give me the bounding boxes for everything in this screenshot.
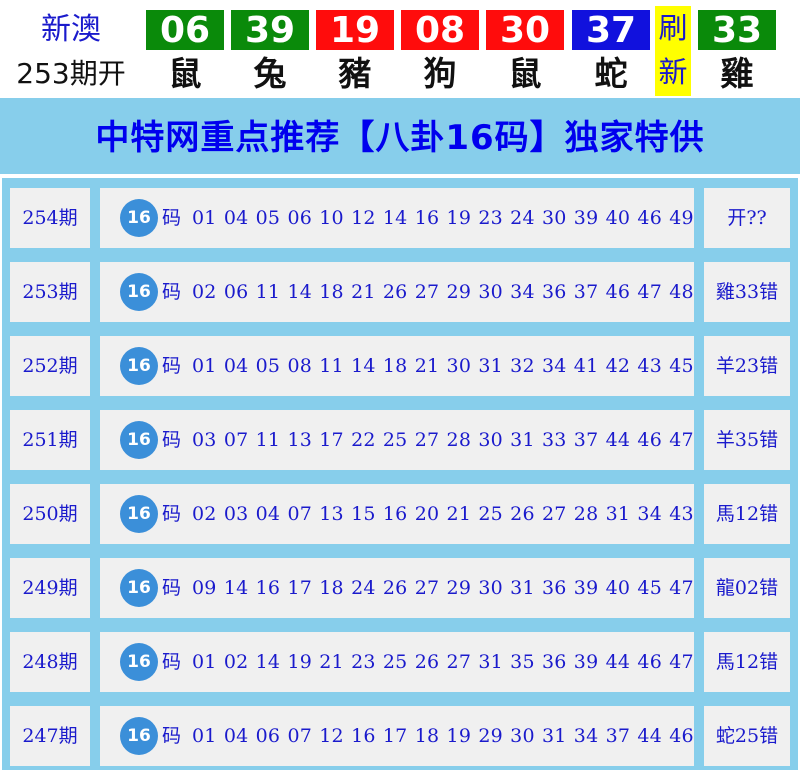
period-cell: 254期 <box>10 188 90 248</box>
ball-zodiac: 豬 <box>316 52 394 94</box>
draw-issue: 253期开 <box>16 57 126 90</box>
recommendation-banner: 中特网重点推荐【八卦16码】独家特供 <box>0 98 800 174</box>
table-row: 247期 16 码 01 04 06 07 12 16 17 18 19 29 … <box>2 696 798 770</box>
picks-cell: 16 码 02 06 11 14 18 21 26 27 29 30 34 36… <box>100 262 694 322</box>
pick-numbers: 02 06 11 14 18 21 26 27 29 30 34 36 37 4… <box>192 281 694 303</box>
count-badge: 16 <box>120 199 158 237</box>
ball-zodiac: 雞 <box>698 52 776 94</box>
result-cell: 羊35错 <box>704 410 790 470</box>
ball-number: 08 <box>401 10 479 51</box>
result-cell: 雞33错 <box>704 262 790 322</box>
picks-cell: 16 码 01 04 05 06 10 12 14 16 19 23 24 30… <box>100 188 694 248</box>
count-unit: 码 <box>162 503 182 525</box>
count-unit: 码 <box>162 355 182 377</box>
ball-zodiac: 兔 <box>231 52 309 94</box>
count-badge: 16 <box>120 569 158 607</box>
ball-zodiac: 鼠 <box>486 52 564 94</box>
result-ball-special: 33 雞 <box>698 10 776 94</box>
pick-numbers: 09 14 16 17 18 24 26 27 29 30 31 36 39 4… <box>192 577 694 599</box>
ball-zodiac: 蛇 <box>572 52 650 94</box>
count-badge: 16 <box>120 643 158 681</box>
pick-numbers: 02 03 04 07 13 15 16 20 21 25 26 27 28 3… <box>192 503 694 525</box>
period-cell: 250期 <box>10 484 90 544</box>
picks-cell: 16 码 02 03 04 07 13 15 16 20 21 25 26 27… <box>100 484 694 544</box>
table-row: 251期 16 码 03 07 11 13 17 22 25 27 28 30 … <box>2 400 798 474</box>
picks-cell: 16 码 09 14 16 17 18 24 26 27 29 30 31 36… <box>100 558 694 618</box>
result-ball-4: 08 狗 <box>401 10 479 94</box>
draw-result-header: 新澳 253期开 06 鼠 39 兔 19 豬 08 狗 30 鼠 37 蛇 刷… <box>0 0 800 98</box>
count-unit: 码 <box>162 207 182 229</box>
count-badge: 16 <box>120 421 158 459</box>
result-cell: 馬12错 <box>704 484 790 544</box>
picks-cell: 16 码 01 02 14 19 21 23 25 26 27 31 35 36… <box>100 632 694 692</box>
table-row: 252期 16 码 01 04 05 08 11 14 18 21 30 31 … <box>2 326 798 400</box>
ball-number: 37 <box>572 10 650 51</box>
picks-cell: 16 码 03 07 11 13 17 22 25 27 28 30 31 33… <box>100 410 694 470</box>
refresh-button[interactable]: 刷新 <box>655 6 691 96</box>
region-name: 新澳 <box>41 12 101 47</box>
result-ball-3: 19 豬 <box>316 10 394 94</box>
pick-numbers: 03 07 11 13 17 22 25 27 28 30 31 33 37 4… <box>192 429 694 451</box>
result-ball-5: 30 鼠 <box>486 10 564 94</box>
picks-cell: 16 码 01 04 05 08 11 14 18 21 30 31 32 34… <box>100 336 694 396</box>
result-cell: 馬12错 <box>704 632 790 692</box>
count-unit: 码 <box>162 577 182 599</box>
ball-number: 33 <box>698 10 776 51</box>
table-row: 254期 16 码 01 04 05 06 10 12 14 16 19 23 … <box>2 178 798 252</box>
period-cell: 252期 <box>10 336 90 396</box>
ball-zodiac: 狗 <box>401 52 479 94</box>
picks-cell: 16 码 01 04 06 07 12 16 17 18 19 29 30 31… <box>100 706 694 766</box>
count-unit: 码 <box>162 429 182 451</box>
pick-numbers: 01 04 05 08 11 14 18 21 30 31 32 34 41 4… <box>192 355 694 377</box>
ball-zodiac: 鼠 <box>146 52 224 94</box>
period-cell: 251期 <box>10 410 90 470</box>
prediction-table: 254期 16 码 01 04 05 06 10 12 14 16 19 23 … <box>0 174 800 772</box>
ball-number: 30 <box>486 10 564 51</box>
pick-numbers: 01 04 06 07 12 16 17 18 19 29 30 31 34 3… <box>192 725 694 747</box>
ball-number: 19 <box>316 10 394 51</box>
result-ball-1: 06 鼠 <box>146 10 224 94</box>
result-cell: 羊23错 <box>704 336 790 396</box>
table-row: 249期 16 码 09 14 16 17 18 24 26 27 29 30 … <box>2 548 798 622</box>
period-cell: 248期 <box>10 632 90 692</box>
count-badge: 16 <box>120 495 158 533</box>
period-cell: 247期 <box>10 706 90 766</box>
count-unit: 码 <box>162 651 182 673</box>
table-row: 250期 16 码 02 03 04 07 13 15 16 20 21 25 … <box>2 474 798 548</box>
result-ball-6: 37 蛇 <box>572 10 650 94</box>
result-ball-2: 39 兔 <box>231 10 309 94</box>
table-row: 248期 16 码 01 02 14 19 21 23 25 26 27 31 … <box>2 622 798 696</box>
period-cell: 249期 <box>10 558 90 618</box>
count-badge: 16 <box>120 273 158 311</box>
count-badge: 16 <box>120 717 158 755</box>
result-cell: 蛇25错 <box>704 706 790 766</box>
table-row: 253期 16 码 02 06 11 14 18 21 26 27 29 30 … <box>2 252 798 326</box>
pick-numbers: 01 04 05 06 10 12 14 16 19 23 24 30 39 4… <box>192 207 694 229</box>
result-cell: 开?? <box>704 188 790 248</box>
ball-number: 06 <box>146 10 224 51</box>
draw-info: 新澳 253期开 <box>6 8 136 94</box>
pick-numbers: 01 02 14 19 21 23 25 26 27 31 35 36 39 4… <box>192 651 694 673</box>
count-unit: 码 <box>162 281 182 303</box>
period-cell: 253期 <box>10 262 90 322</box>
result-cell: 龍02错 <box>704 558 790 618</box>
banner-title: 中特网重点推荐【八卦16码】独家特供 <box>95 118 705 158</box>
count-badge: 16 <box>120 347 158 385</box>
count-unit: 码 <box>162 725 182 747</box>
ball-number: 39 <box>231 10 309 51</box>
